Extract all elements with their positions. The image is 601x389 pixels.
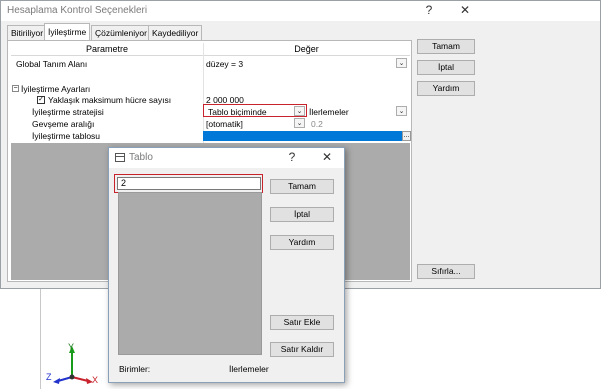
relaxation-value: 0.2: [311, 119, 323, 129]
ellipsis-button[interactable]: ...: [402, 131, 411, 141]
tab-saving[interactable]: Kaydediliyor: [148, 25, 203, 40]
dialog-help-button[interactable]: Yardım: [270, 235, 334, 250]
dialog-title-bar: Tablo ? ✕: [109, 148, 344, 168]
units-value: İlerlemeler: [229, 364, 269, 374]
table-icon: [115, 153, 125, 162]
ok-button[interactable]: Tamam: [417, 39, 475, 54]
row-global-domain-value[interactable]: düzey = 3: [206, 59, 243, 69]
refinement-table-cell[interactable]: [203, 131, 406, 141]
unit-chevron-down-icon[interactable]: ⌄: [396, 106, 407, 116]
help-button[interactable]: Yardım: [417, 81, 475, 96]
cancel-button[interactable]: İptal: [417, 60, 475, 75]
column-divider: [203, 43, 204, 143]
reset-button[interactable]: Sıfırla...: [417, 264, 475, 279]
row-strategy-label: İyileştirme stratejisi: [32, 107, 104, 117]
units-label: Birimler:: [119, 364, 151, 374]
dialog-cancel-button[interactable]: İptal: [270, 207, 334, 222]
group-refinement-settings: İyileştirme Ayarları: [21, 84, 91, 94]
add-row-button[interactable]: Satır Ekle: [270, 315, 334, 330]
title-bar: Hesaplama Kontrol Seçenekleri ? ✕: [1, 1, 600, 21]
column-header-value: Değer: [203, 43, 410, 56]
collapse-icon[interactable]: −: [12, 85, 19, 92]
dialog-close-icon[interactable]: ✕: [315, 149, 339, 165]
strategy-unit-select[interactable]: İlerlemeler: [309, 107, 349, 117]
tab-refinement[interactable]: İyileştirme: [44, 23, 91, 40]
relaxation-chevron-down-icon[interactable]: ⌄: [294, 118, 305, 128]
tab-solving[interactable]: Çözümleniyor: [91, 25, 151, 40]
relaxation-select[interactable]: [otomatik]: [206, 119, 243, 129]
input-highlight-box: [114, 174, 263, 193]
highlight-box: [203, 104, 307, 117]
row-relaxation-label: Gevşeme aralığı: [32, 119, 95, 129]
triad-y-label: Y: [68, 342, 75, 352]
window-title: Hesaplama Kontrol Seçenekleri: [7, 5, 148, 16]
chevron-down-icon[interactable]: ⌄: [396, 58, 407, 68]
row-max-cells-label: Yaklaşık maksimum hücre sayısı: [48, 95, 172, 105]
triad-z-label: Z: [46, 372, 52, 382]
max-cells-checkbox[interactable]: ✓: [37, 96, 45, 104]
dialog-ok-button[interactable]: Tamam: [270, 179, 334, 194]
row-global-domain-label: Global Tanım Alanı: [16, 59, 88, 69]
triad-x-label: X: [92, 375, 99, 385]
column-header-parameter: Parametre: [11, 43, 203, 56]
remove-row-button[interactable]: Satır Kaldır: [270, 342, 334, 357]
dialog-title: Tablo: [129, 152, 153, 163]
help-icon[interactable]: ?: [417, 2, 441, 18]
table-values-list[interactable]: [118, 192, 262, 355]
row-refinement-table-label: İyileştirme tablosu: [32, 131, 101, 141]
table-dialog: Tablo ? ✕ 2 Tamam İptal Yardım Satır Ekl…: [108, 147, 345, 383]
tab-finishing[interactable]: Bitiriliyor: [7, 25, 48, 40]
property-grid: Parametre Değer Global Tanım Alanı düzey…: [11, 43, 411, 143]
close-icon[interactable]: ✕: [453, 2, 477, 18]
dialog-help-icon[interactable]: ?: [280, 149, 304, 165]
